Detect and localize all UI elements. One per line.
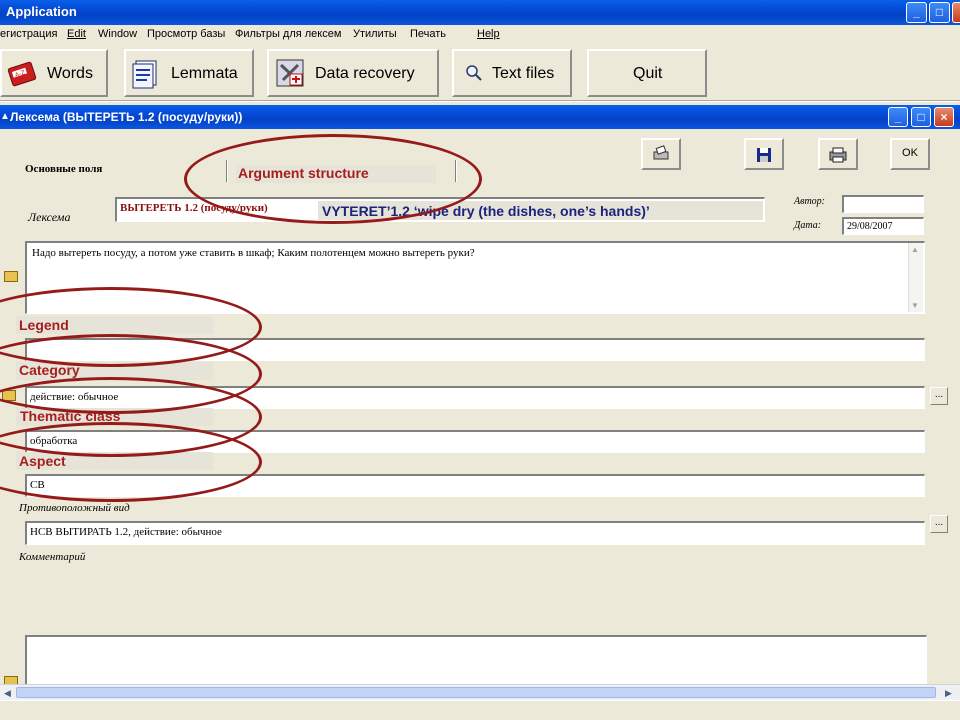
data-recovery-label: Data recovery	[315, 65, 415, 82]
lexeme-gloss: VYTERET’1.2 ‘wipe dry (the dishes, one’s…	[322, 203, 650, 219]
menu-edit[interactable]: Edit	[67, 28, 86, 40]
menu-help[interactable]: Help	[477, 28, 500, 40]
ok-button[interactable]: OK	[890, 138, 930, 170]
child-minimize-button[interactable]: _	[888, 107, 908, 127]
lemmata-label: Lemmata	[171, 65, 238, 82]
close-button[interactable]	[952, 2, 960, 23]
lexeme-label: Лексема	[28, 210, 71, 224]
tab-divider	[226, 160, 228, 182]
date-label: Дата:	[794, 220, 822, 231]
menu-utilities[interactable]: Утилиты	[353, 28, 397, 40]
child-close-button[interactable]: ×	[934, 107, 954, 127]
status-bar	[0, 700, 960, 720]
folder-icon[interactable]	[2, 390, 16, 401]
quit-label: Quit	[633, 65, 663, 82]
magnifier-icon	[464, 63, 484, 86]
author-label: Автор:	[794, 196, 826, 207]
folder-icon[interactable]	[4, 271, 18, 282]
dictionary-icon: A-Z	[6, 57, 40, 92]
aspect-field[interactable]: СВ	[25, 474, 925, 497]
tab-divider	[455, 160, 457, 182]
toolbar-separator	[0, 100, 960, 102]
minimize-button[interactable]: _	[906, 2, 927, 23]
menu-bar: егистрация Edit Window Просмотр базы Фил…	[0, 25, 960, 45]
category-browse-button[interactable]: ...	[930, 387, 948, 405]
menu-registration[interactable]: егистрация	[0, 28, 57, 40]
thematic-class-label: Thematic class	[20, 408, 121, 424]
app-titlebar: Application _ □	[0, 0, 960, 25]
document-list-icon	[130, 57, 164, 92]
quit-button[interactable]: Quit	[587, 49, 707, 97]
examples-value: Надо вытереть посуду, а потом уже ставит…	[32, 247, 475, 259]
category-label: Category	[19, 362, 80, 378]
menu-print[interactable]: Печать	[410, 28, 446, 40]
window-icon: ▲	[0, 111, 10, 122]
app-title: Application	[6, 4, 77, 19]
recovery-tools-icon	[274, 57, 308, 92]
category-field[interactable]: действие: обычное	[25, 386, 925, 409]
lemmata-button[interactable]: Lemmata	[124, 49, 254, 97]
menu-window[interactable]: Window	[98, 28, 137, 40]
tab-main-fields[interactable]: Основные поля	[25, 163, 102, 175]
data-recovery-button[interactable]: Data recovery	[267, 49, 439, 97]
opposite-browse-button[interactable]: ...	[930, 515, 948, 533]
opposite-aspect-field[interactable]: НСВ ВЫТИРАТЬ 1.2, действие: обычное	[25, 521, 925, 545]
printer-setup-icon	[651, 145, 671, 166]
legend-label: Legend	[19, 317, 69, 333]
words-label: Words	[47, 65, 93, 82]
horizontal-scrollbar[interactable]: ◀ ▶	[0, 684, 960, 700]
examples-textarea[interactable]: Надо вытереть посуду, а потом уже ставит…	[25, 241, 925, 314]
scrollbar-thumb[interactable]	[16, 687, 936, 698]
opposite-aspect-label: Противоположный вид	[19, 502, 130, 514]
maximize-button[interactable]: □	[929, 2, 950, 23]
child-maximize-button[interactable]: □	[911, 107, 931, 127]
scroll-right-icon[interactable]: ▶	[941, 686, 956, 700]
print-icon	[828, 147, 848, 166]
lexeme-window-title: Лексема (ВЫТЕРЕТЬ 1.2 (посуду/руки))	[10, 110, 243, 124]
text-files-button[interactable]: Text files	[452, 49, 572, 97]
examples-scrollbar[interactable]: ▲ ▼	[908, 243, 923, 312]
save-icon	[756, 148, 772, 166]
scroll-down-icon[interactable]: ▼	[911, 301, 919, 310]
save-button[interactable]	[744, 138, 784, 170]
scroll-left-icon[interactable]: ◀	[0, 686, 15, 700]
printer-setup-button[interactable]	[641, 138, 681, 170]
comment-field[interactable]	[25, 635, 927, 685]
menu-browse-base[interactable]: Просмотр базы	[147, 28, 225, 40]
thematic-class-field[interactable]: обработка	[25, 430, 925, 453]
words-button[interactable]: A-Z Words	[0, 49, 108, 97]
tab-argument-structure[interactable]: Argument structure	[238, 165, 369, 181]
date-field[interactable]: 29/08/2007	[842, 217, 924, 235]
lexeme-value: ВЫТЕРЕТЬ 1.2 (посуду/руки)	[120, 202, 268, 214]
menu-lexeme-filters[interactable]: Фильтры для лексем	[235, 28, 341, 40]
scroll-up-icon[interactable]: ▲	[911, 245, 919, 254]
aspect-label: Aspect	[19, 453, 66, 469]
text-files-label: Text files	[492, 65, 555, 82]
author-field[interactable]	[842, 195, 924, 213]
comment-label: Комментарий	[19, 551, 86, 563]
legend-field[interactable]	[25, 338, 925, 361]
lexeme-window-titlebar: ▲ Лексема (ВЫТЕРЕТЬ 1.2 (посуду/руки)) _…	[0, 105, 960, 129]
print-button[interactable]	[818, 138, 858, 170]
